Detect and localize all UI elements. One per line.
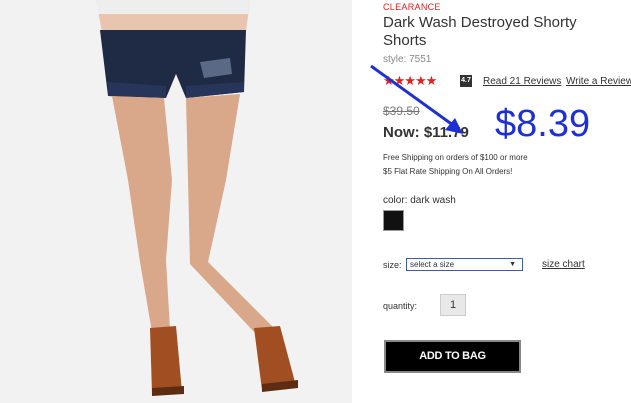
write-review-link[interactable]: Write a Review (566, 76, 631, 87)
color-label: color: dark wash (383, 195, 456, 206)
size-select[interactable]: select a size ▼ (406, 258, 523, 271)
clearance-badge: CLEARANCE (383, 2, 441, 12)
product-title: Dark Wash Destroyed Shorty Shorts (383, 14, 577, 49)
color-swatch-dark-wash[interactable] (383, 210, 404, 231)
quantity-input[interactable]: 1 (440, 294, 466, 316)
read-reviews-link[interactable]: Read 21 Reviews (483, 76, 561, 87)
product-image (0, 0, 352, 403)
shipping-note-free: Free Shipping on orders of $100 or more (383, 153, 528, 162)
size-label: size: (383, 260, 402, 270)
shipping-note-flat: $5 Flat Rate Shipping On All Orders! (383, 167, 513, 176)
size-chart-link[interactable]: size chart (542, 259, 585, 270)
caret-down-icon: ▼ (509, 261, 516, 268)
add-to-bag-button[interactable]: ADD TO BAG (384, 340, 521, 373)
quantity-label: quantity: (383, 301, 418, 311)
annotated-price: $8.39 (495, 103, 591, 145)
size-select-value: select a size (410, 260, 455, 269)
arrow-icon (370, 64, 463, 134)
